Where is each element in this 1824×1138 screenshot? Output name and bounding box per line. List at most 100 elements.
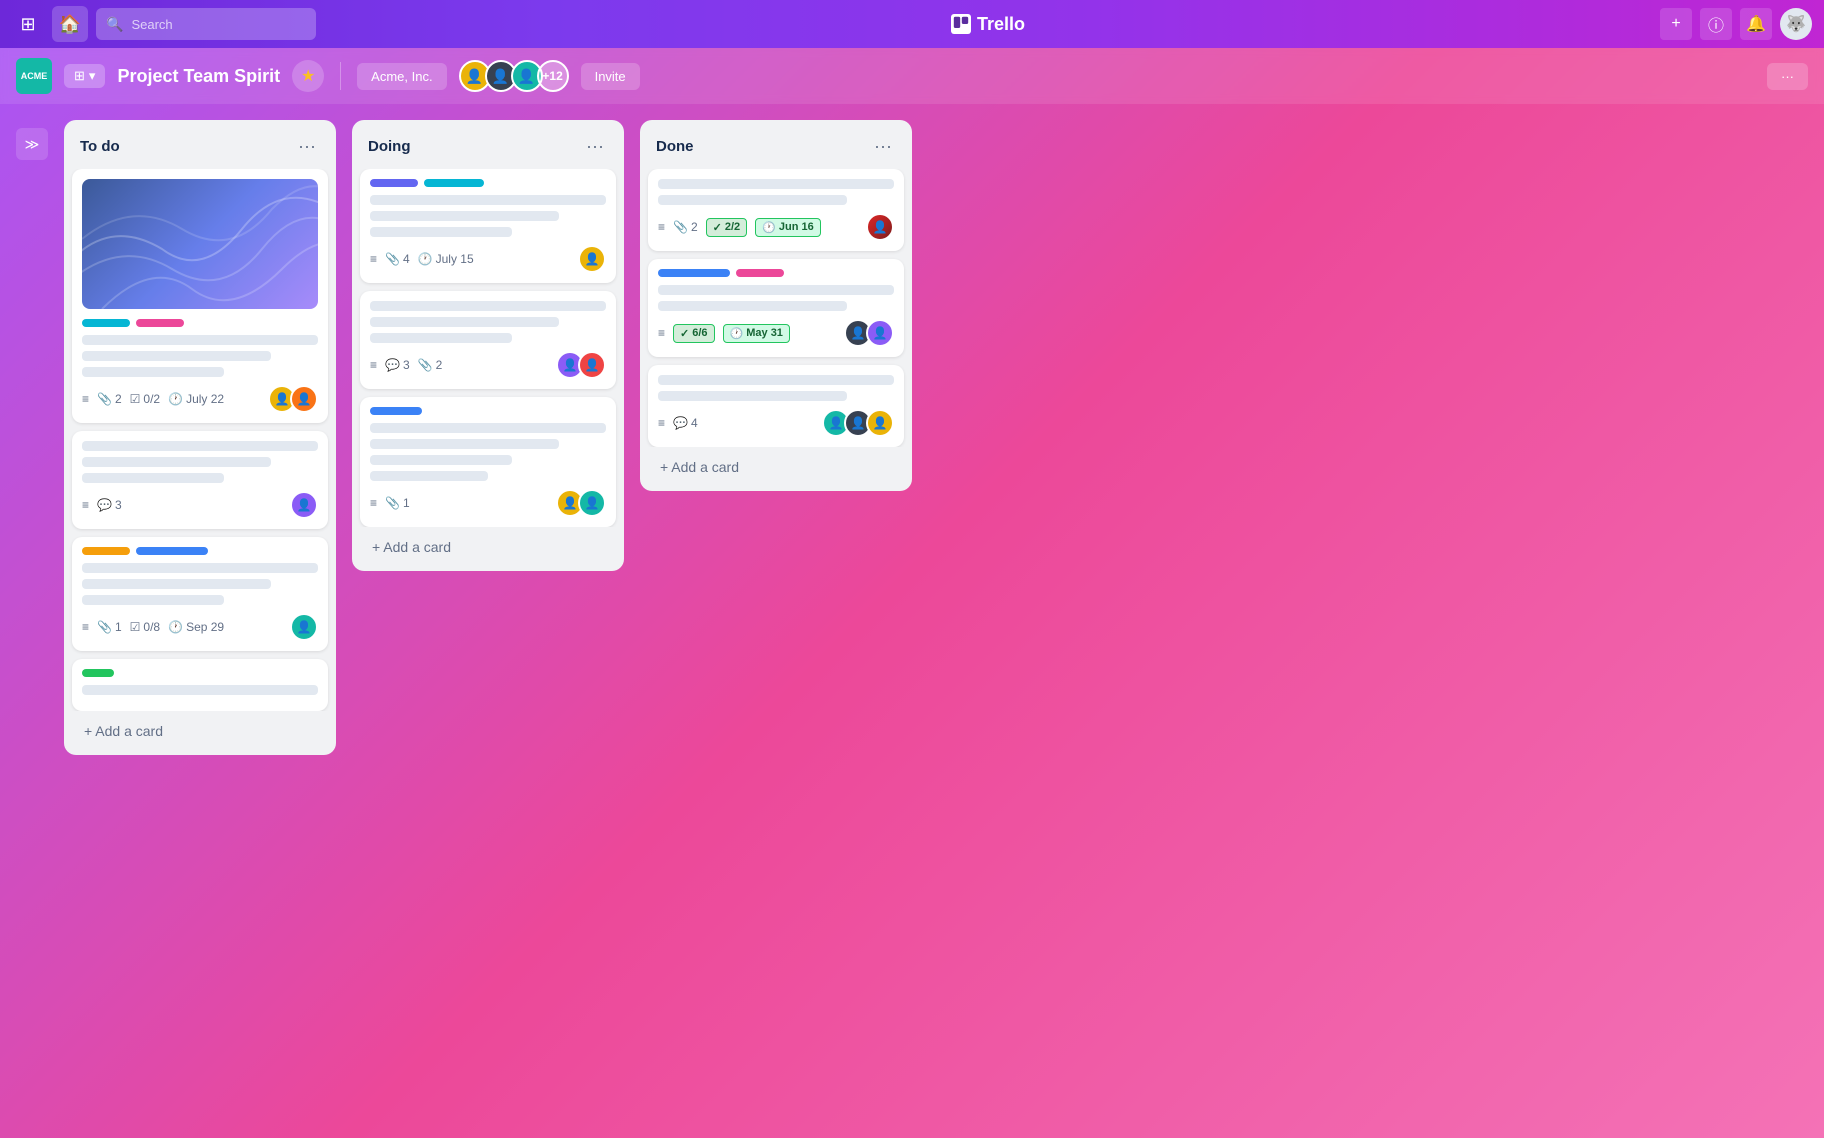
comment-icon: 💬 3: [97, 498, 122, 512]
card-doing-3[interactable]: ≡ 📎 1 👤 👤: [360, 397, 616, 527]
card-done-2-tags: [658, 269, 894, 277]
top-navigation: ⊞ 🏠 🔍 Search Trello + ⓘ 🔔 🐺: [0, 0, 1824, 48]
column-done-menu[interactable]: ···: [870, 132, 896, 161]
card-todo-3-tags: [82, 547, 318, 555]
card-avatar-red-beard[interactable]: 👤: [866, 213, 894, 241]
grid-icon[interactable]: ⊞: [12, 8, 44, 40]
board-title: Project Team Spirit: [117, 66, 280, 87]
card-avatar-purple[interactable]: 👤: [290, 491, 318, 519]
date-badge: 🕐 May 31: [723, 324, 790, 343]
date-icon: 🕐 July 22: [168, 392, 224, 406]
column-doing: Doing ··· ≡ 📎 4 🕐 July 15 👤: [352, 120, 624, 571]
card-line-2: [658, 391, 847, 401]
comment-icon: 💬 3: [385, 358, 410, 372]
card-line-1: [82, 563, 318, 573]
date-value: May 31: [746, 327, 783, 339]
card-doing-1[interactable]: ≡ 📎 4 🕐 July 15 👤: [360, 169, 616, 283]
attachment-icon: 📎 2: [418, 358, 443, 372]
members-extra-count[interactable]: +12: [537, 60, 569, 92]
card-todo-1[interactable]: ≡ 📎 2 ☑ 0/2 🕐 July 22 👤 👤: [72, 169, 328, 423]
column-doing-menu[interactable]: ···: [582, 132, 608, 161]
board-menu-button[interactable]: ⊞ ▾: [64, 64, 105, 88]
more-options-button[interactable]: ···: [1767, 63, 1808, 90]
sidebar-collapse-button[interactable]: ≫: [16, 128, 48, 160]
search-placeholder: Search: [131, 17, 172, 32]
progress-bar-blue: [370, 407, 422, 415]
card-todo-4-tags: [82, 669, 318, 677]
card-todo-1-meta: ≡ 📎 2 ☑ 0/2 🕐 July 22 👤 👤: [82, 385, 318, 413]
home-button[interactable]: 🏠: [52, 6, 88, 42]
add-card-todo[interactable]: + Add a card: [72, 715, 328, 747]
tag-blue: [136, 547, 208, 555]
card-line-1: [370, 301, 606, 311]
card-avatar-teal[interactable]: 👤: [578, 489, 606, 517]
add-card-done[interactable]: + Add a card: [648, 451, 904, 483]
card-avatar-yellow[interactable]: 👤: [578, 245, 606, 273]
info-button[interactable]: ⓘ: [1700, 8, 1732, 40]
card-done-3-meta: ≡ 💬 4 👤 👤 👤: [658, 409, 894, 437]
card-avatar-teal[interactable]: 👤: [290, 613, 318, 641]
attachment-count: 2: [691, 220, 698, 234]
card-doing-2-avatars: 👤 👤: [556, 351, 606, 379]
column-doing-title: Doing: [368, 138, 411, 155]
checklist-badge: ✓ 6/6: [673, 324, 715, 343]
card-line-1: [370, 423, 606, 433]
card-line-2: [370, 211, 559, 221]
card-done-3[interactable]: ≡ 💬 4 👤 👤 👤: [648, 365, 904, 447]
card-line-3: [82, 473, 224, 483]
card-avatar-purple[interactable]: 👤: [866, 319, 894, 347]
card-line-1: [370, 195, 606, 205]
description-icon: ≡: [82, 498, 89, 512]
checklist-badge: ✓ 2/2: [706, 218, 748, 237]
card-line-2: [82, 351, 271, 361]
card-doing-2[interactable]: ≡ 💬 3 📎 2 👤 👤: [360, 291, 616, 389]
date-value: July 15: [436, 252, 474, 266]
card-doing-3-progress: [370, 407, 606, 415]
card-line-3: [82, 367, 224, 377]
card-line-2: [658, 301, 847, 311]
card-line-3: [370, 455, 512, 465]
member-avatars: 👤 👤 👤 +12: [459, 60, 569, 92]
card-avatar-yellow[interactable]: 👤: [866, 409, 894, 437]
card-avatar-red[interactable]: 👤: [578, 351, 606, 379]
card-done-2[interactable]: ≡ ✓ 6/6 🕐 May 31 👤 👤: [648, 259, 904, 357]
card-line-2: [370, 439, 559, 449]
card-done-1[interactable]: ≡ 📎 2 ✓ 2/2 🕐 Jun 16 👤: [648, 169, 904, 251]
date-value: July 22: [186, 392, 224, 406]
badge-value: 6/6: [692, 327, 707, 339]
tag-blue: [658, 269, 730, 277]
tag-pink: [136, 319, 184, 327]
card-todo-4[interactable]: [72, 659, 328, 711]
date-value: Sep 29: [186, 620, 224, 634]
tag-green: [82, 669, 114, 677]
card-line-3: [370, 333, 512, 343]
card-avatar-orange[interactable]: 👤: [290, 385, 318, 413]
attachment-icon: 📎 1: [97, 620, 122, 634]
card-todo-3[interactable]: ≡ 📎 1 ☑ 0/8 🕐 Sep 29 👤: [72, 537, 328, 651]
attachment-count: 2: [115, 392, 122, 406]
column-done-cards: ≡ 📎 2 ✓ 2/2 🕐 Jun 16 👤 ≡: [640, 169, 912, 447]
attachment-icon: 📎 2: [97, 392, 122, 406]
description-icon: ≡: [370, 358, 377, 372]
trello-logo-icon: [951, 14, 971, 34]
date-icon: 🕐 Sep 29: [168, 620, 224, 634]
nav-right-actions: + ⓘ 🔔 🐺: [1660, 8, 1812, 40]
workspace-button[interactable]: Acme, Inc.: [357, 63, 446, 90]
add-button[interactable]: +: [1660, 8, 1692, 40]
star-button[interactable]: ★: [292, 60, 324, 92]
search-bar[interactable]: 🔍 Search: [96, 8, 316, 40]
description-icon: ≡: [370, 496, 377, 510]
card-line-2: [658, 195, 847, 205]
column-todo-menu[interactable]: ···: [294, 132, 320, 161]
notifications-button[interactable]: 🔔: [1740, 8, 1772, 40]
column-todo-title: To do: [80, 138, 120, 155]
card-done-2-meta: ≡ ✓ 6/6 🕐 May 31 👤 👤: [658, 319, 894, 347]
user-avatar[interactable]: 🐺: [1780, 8, 1812, 40]
board-menu-icon: ⊞: [74, 68, 85, 84]
board-logo-text: ACME: [21, 71, 48, 81]
invite-button[interactable]: Invite: [581, 63, 640, 90]
add-card-doing[interactable]: + Add a card: [360, 531, 616, 563]
comment-count: 3: [403, 358, 410, 372]
card-todo-2[interactable]: ≡ 💬 3 👤: [72, 431, 328, 529]
card-line-1: [658, 285, 894, 295]
